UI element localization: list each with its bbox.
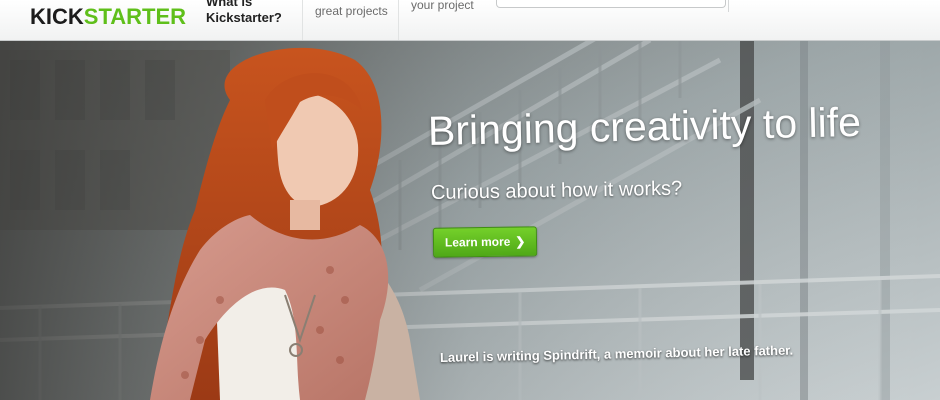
logo-text-starter: STARTER [83,4,187,29]
nav-discover-label: great projects [315,4,388,18]
nav-start-label: your project [411,0,474,12]
header-divider [728,0,729,12]
nav-what-is-line2: Kickstarter? [206,10,282,25]
hero-subheadline: Curious about how it works? [430,177,683,204]
kickstarter-logo[interactable]: KICKSTARTER [30,3,186,31]
learn-more-label: Learn more [444,234,511,250]
nav-what-is-line1: What is [206,0,253,9]
search-input[interactable] [496,0,726,8]
nav-start-your-project[interactable]: your project [398,0,486,40]
hero-headline: Bringing creativity to life [427,98,862,154]
hero-banner: Bringing creativity to life Curious abou… [0,40,940,400]
logo-text-kick: KICK [30,4,84,29]
nav-what-is-kickstarter[interactable]: What is Kickstarter? [194,0,298,40]
hero-photo [0,40,940,400]
chevron-right-icon: ❯ [515,234,526,249]
site-header: KICKSTARTER What is Kickstarter? great p… [0,0,940,41]
learn-more-button[interactable]: Learn more ❯ [432,226,538,258]
nav-discover-great-projects[interactable]: great projects [302,0,396,40]
kickstarter-homepage: KICKSTARTER What is Kickstarter? great p… [0,0,940,400]
